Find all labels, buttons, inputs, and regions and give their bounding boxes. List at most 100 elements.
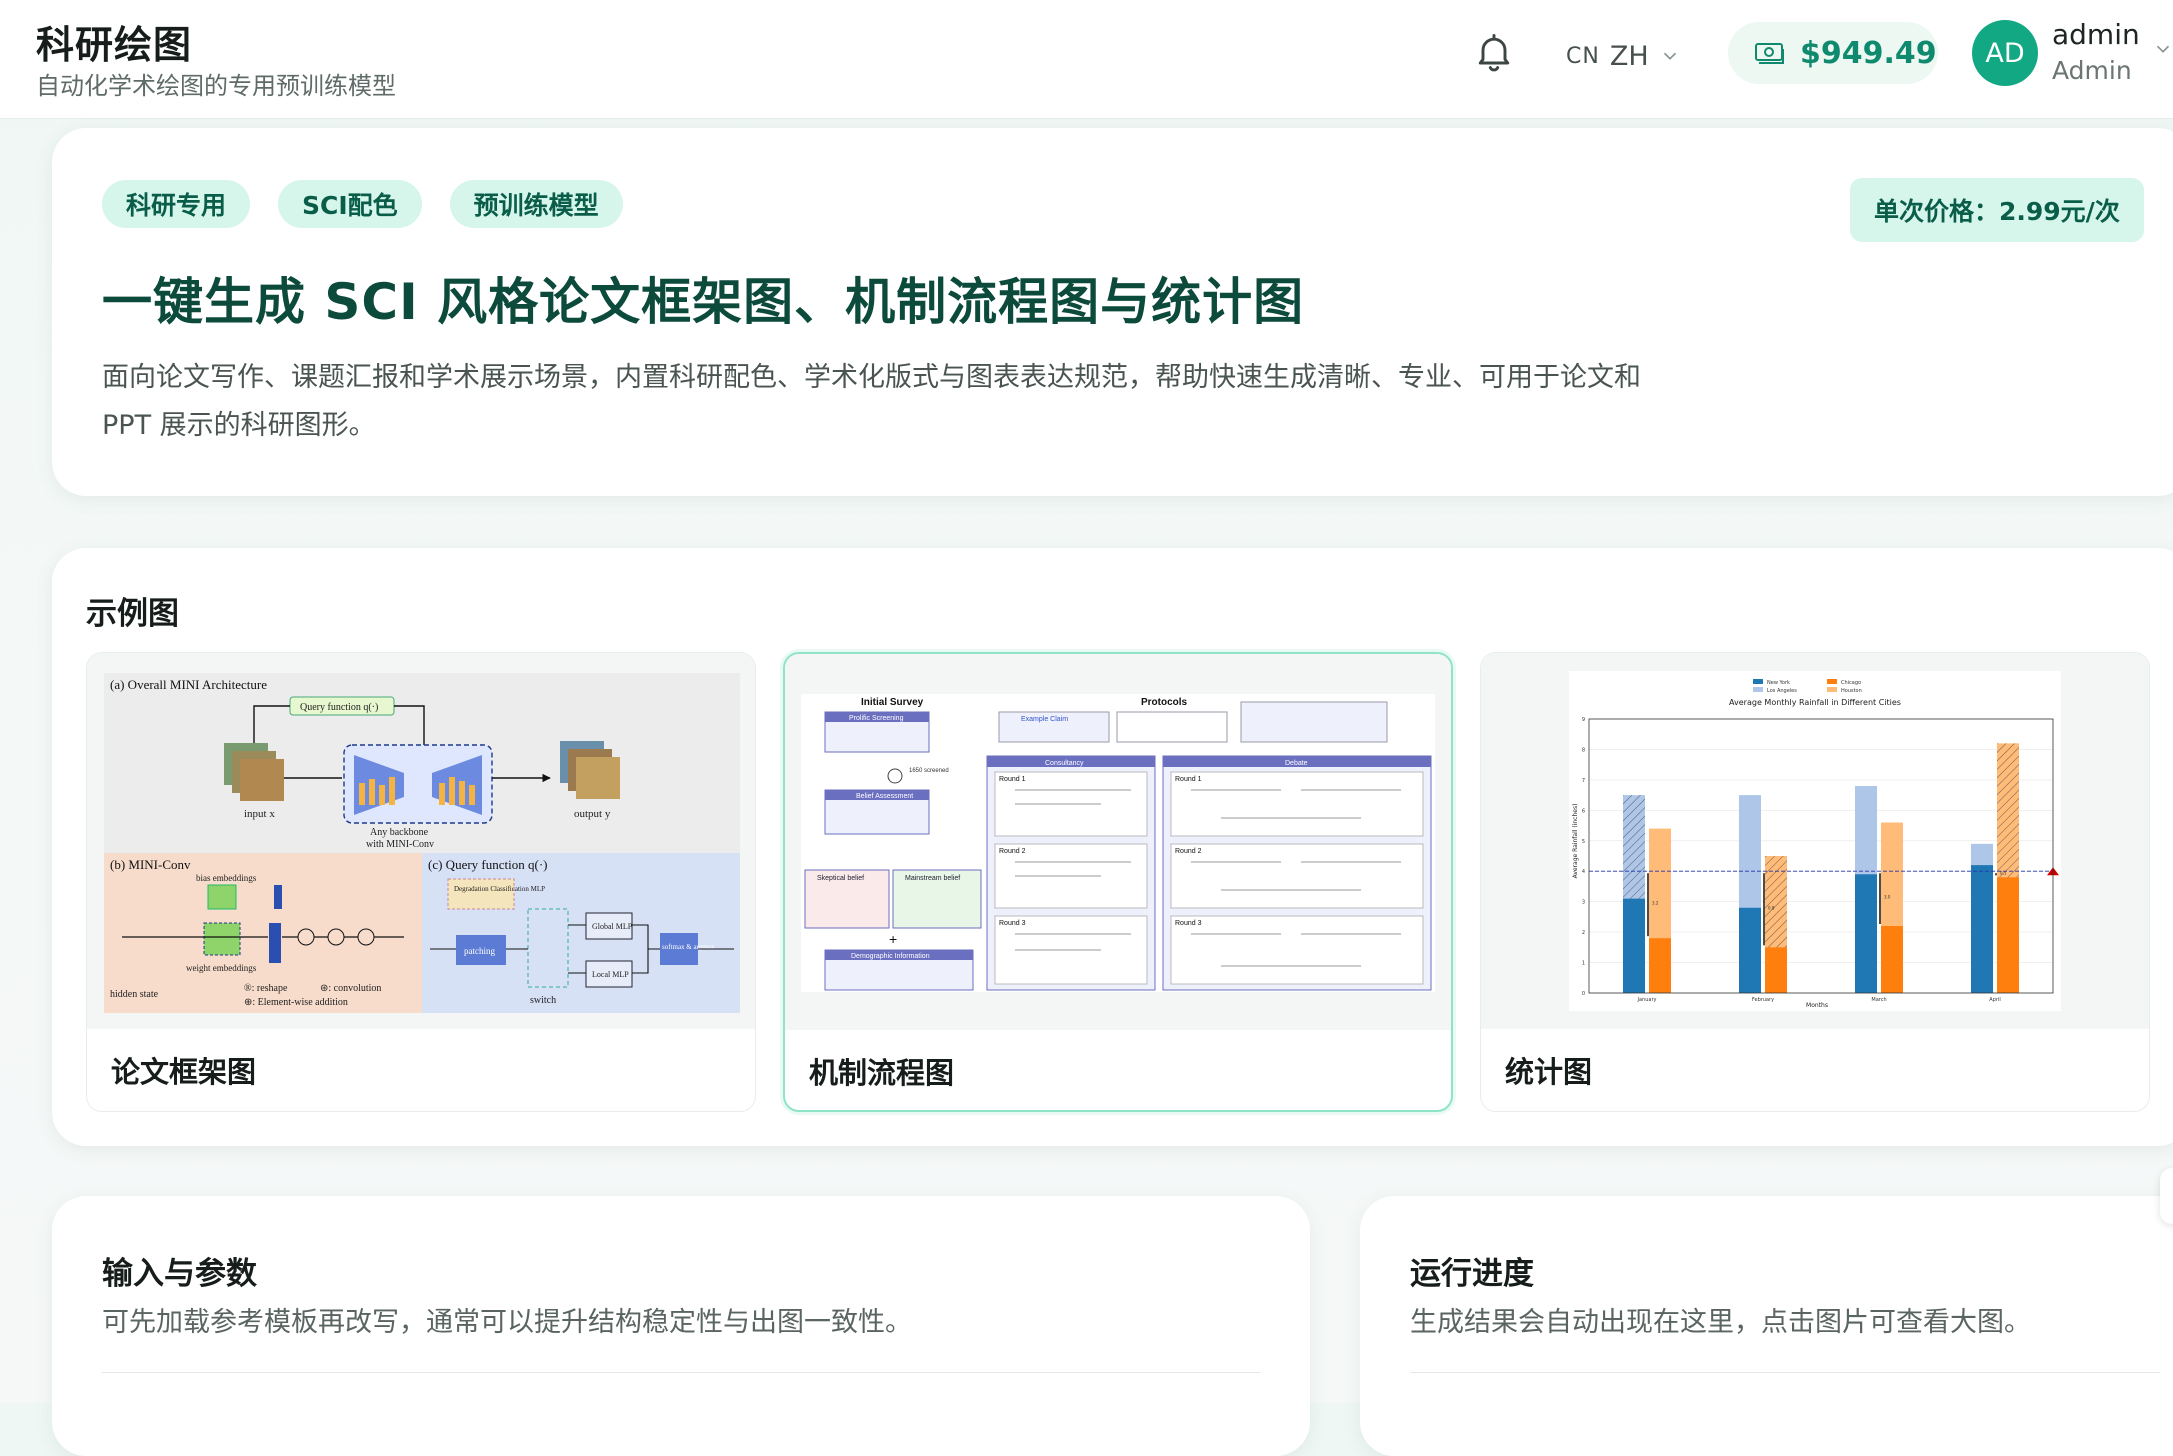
diagram-text: (b) MINI-Conv xyxy=(110,857,191,872)
diagram-text: Round 2 xyxy=(1175,848,1202,855)
y-tick-label: 0 xyxy=(1582,991,1585,997)
hero-card: 科研专用 SCI配色 预训练模型 单次价格：2.99元/次 一键生成 SCI 风… xyxy=(52,128,2173,496)
diagram-text: Round 2 xyxy=(999,848,1026,855)
example-image-chart: Average Monthly Rainfall in Different Ci… xyxy=(1481,653,2149,1029)
diagram-text: Round 3 xyxy=(1175,920,1202,927)
diagram-text: (c) Query function q(·) xyxy=(428,857,547,872)
example-card-framework[interactable]: (a) Overall MINI Architecture Query func… xyxy=(86,652,756,1112)
x-tick-label: January xyxy=(1637,997,1657,1003)
diagram-text: Demographic Information xyxy=(851,953,930,960)
y-tick-label: 1 xyxy=(1582,961,1585,967)
y-tick-label: 7 xyxy=(1582,778,1585,784)
svg-text:+: + xyxy=(889,931,897,947)
legend-swatch xyxy=(1753,687,1763,692)
diagram-text: Skeptical belief xyxy=(817,875,864,882)
chart-bar xyxy=(1855,874,1877,993)
divider xyxy=(102,1372,1260,1373)
diagram-text: input x xyxy=(244,808,275,820)
diagram-text: Belief Assessment xyxy=(856,793,913,800)
chevron-down-icon[interactable] xyxy=(2152,38,2173,60)
diagram-text: Global MLP xyxy=(592,922,633,931)
diagram-text: weight embeddings xyxy=(186,963,257,973)
balance-amount: $949.49 xyxy=(1800,35,1937,71)
examples-card: 示例图 (a) Overall MINI Architecture Query … xyxy=(52,548,2173,1146)
scroll-handle[interactable] xyxy=(2160,1168,2173,1224)
diagram-text: 1650 screened xyxy=(909,768,949,774)
diagram-text: Round 1 xyxy=(999,776,1026,783)
money-icon xyxy=(1755,43,1784,64)
tag: SCI配色 xyxy=(278,180,422,228)
chart-bar xyxy=(1765,947,1787,993)
y-tick-label: 5 xyxy=(1582,839,1585,845)
flow-diagram: Initial Survey Protocols Prolific Screen… xyxy=(801,694,1435,992)
diagram-text: switch xyxy=(530,995,556,1006)
diagram-text: Local MLP xyxy=(592,970,629,979)
example-card-chart[interactable]: Average Monthly Rainfall in Different Ci… xyxy=(1480,652,2150,1112)
app-title: 科研绘图 xyxy=(36,23,193,67)
diagram-text: Mainstream belief xyxy=(905,875,960,882)
language-selector[interactable]: CN ZH xyxy=(1566,34,1681,78)
diagram-text: Any backbone xyxy=(370,827,429,838)
example-card-flow[interactable]: Initial Survey Protocols Prolific Screen… xyxy=(783,652,1453,1112)
section-title: 示例图 xyxy=(86,596,179,632)
legend-swatch xyxy=(1827,679,1837,684)
diagram-text: Query function q(·) xyxy=(300,702,378,713)
chart-bar xyxy=(1623,898,1645,993)
chart-bar xyxy=(1881,926,1903,993)
data-label: 3.0 xyxy=(1884,895,1891,900)
bell-icon[interactable] xyxy=(1472,30,1516,74)
legend-label: Chicago xyxy=(1841,680,1861,686)
x-tick-label: February xyxy=(1752,997,1774,1003)
avatar[interactable]: AD xyxy=(1972,20,2038,86)
y-tick-label: 9 xyxy=(1582,717,1585,723)
legend-swatch xyxy=(1827,687,1837,692)
progress-panel: 运行进度 生成结果会自动出现在这里，点击图片可查看大图。 xyxy=(1360,1196,2173,1456)
balance-badge[interactable]: $949.49 xyxy=(1728,22,1938,84)
legend-label: Los Angeles xyxy=(1767,688,1797,694)
top-bar: 科研绘图 自动化学术绘图的专用预训练模型 CN ZH $949.49 AD ad… xyxy=(0,0,2173,119)
price-badge: 单次价格：2.99元/次 xyxy=(1850,178,2144,242)
panel-description: 可先加载参考模板再改写，通常可以提升结构稳定性与出图一致性。 xyxy=(102,1307,912,1338)
x-tick-label: March xyxy=(1871,997,1886,1003)
data-label: 0.8 xyxy=(1768,905,1775,910)
y-tick-label: 4 xyxy=(1582,869,1585,875)
diagram-text: Debate xyxy=(1285,760,1308,767)
diagram-text: Degradation Classification MLP xyxy=(454,885,545,893)
diagram-text: Consultancy xyxy=(1045,760,1084,767)
panel-description: 生成结果会自动出现在这里，点击图片可查看大图。 xyxy=(1410,1307,2031,1338)
diagram-text: Prolific Screening xyxy=(849,715,904,722)
diagram-text: softmax & argmax xyxy=(662,943,715,951)
y-tick-label: 3 xyxy=(1582,900,1585,906)
chart-bar xyxy=(1649,938,1671,993)
panel-title: 运行进度 xyxy=(1410,1256,1534,1292)
chart-bar xyxy=(1997,877,2019,993)
tag: 预训练模型 xyxy=(449,180,623,228)
divider xyxy=(1410,1372,2160,1373)
diagram-text: Example Claim xyxy=(1021,716,1068,723)
diagram-text: with MINI-Conv xyxy=(366,839,434,850)
chart-ylabel: Average Rainfall (inches) xyxy=(1572,804,1579,879)
diagram-text: Round 3 xyxy=(999,920,1026,927)
tag-list: 科研专用 SCI配色 预训练模型 xyxy=(102,180,623,228)
diagram-text: (a) Overall MINI Architecture xyxy=(110,677,267,692)
rainfall-chart: Average Monthly Rainfall in Different Ci… xyxy=(1569,671,2061,1011)
chart-title: Average Monthly Rainfall in Different Ci… xyxy=(1729,698,1901,707)
chart-bar xyxy=(1739,907,1761,993)
diagram-text: output y xyxy=(574,808,611,820)
example-image-flow: Initial Survey Protocols Prolific Screen… xyxy=(785,654,1451,1030)
framework-diagram: (a) Overall MINI Architecture Query func… xyxy=(104,673,740,1013)
y-tick-label: 2 xyxy=(1582,930,1585,936)
legend-label: Houston xyxy=(1841,688,1862,694)
tag: 科研专用 xyxy=(102,180,251,228)
hero-description: 面向论文写作、课题汇报和学术展示场景，内置科研配色、学术化版式与图表表达规范，帮… xyxy=(102,362,1641,441)
diagram-text: ⊕: Element-wise addition xyxy=(244,997,348,1008)
diagram-text: Round 1 xyxy=(1175,776,1202,783)
x-tick-label: April xyxy=(1989,997,2000,1003)
example-label: 统计图 xyxy=(1505,1055,1593,1089)
chart-xlabel: Months xyxy=(1806,1002,1828,1009)
legend-label: New York xyxy=(1767,680,1790,686)
chart-bar xyxy=(1971,865,1993,993)
y-tick-label: 6 xyxy=(1582,808,1585,814)
user-name[interactable]: admin xyxy=(2052,18,2140,51)
diagram-text: hidden state xyxy=(110,989,159,1000)
